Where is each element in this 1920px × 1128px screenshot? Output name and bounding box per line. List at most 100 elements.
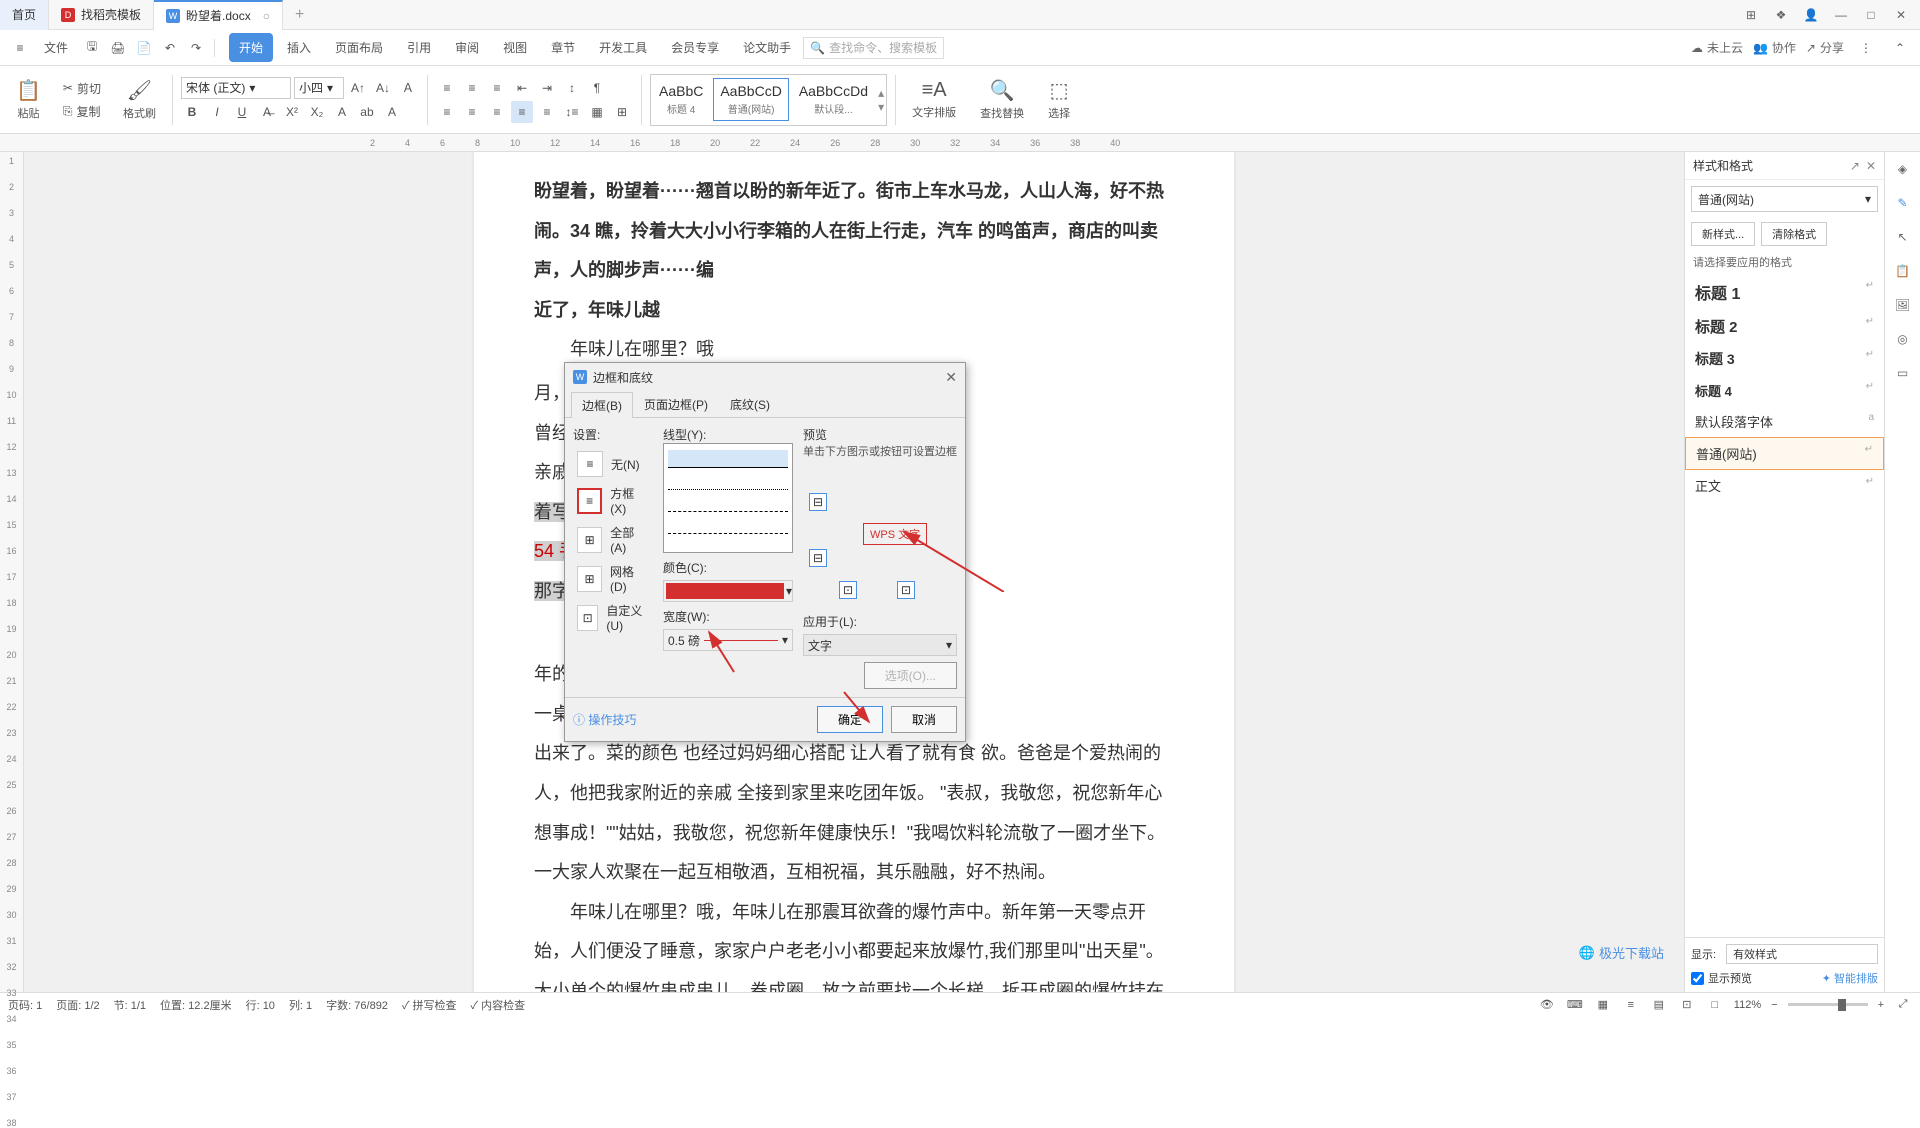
sb-section[interactable]: 节: 1/1	[114, 997, 146, 1013]
tab-start[interactable]: 开始	[229, 33, 273, 62]
preview-checkbox[interactable]: 显示预览✦ 智能排版	[1691, 970, 1878, 986]
border-right-btn[interactable]: ⊡	[897, 581, 915, 599]
image-icon[interactable]: 🖼	[1892, 294, 1914, 316]
sb-line[interactable]: 行: 10	[246, 997, 275, 1013]
underline-icon[interactable]: U	[231, 101, 253, 123]
tab-view[interactable]: 视图	[493, 33, 537, 62]
style-heading4[interactable]: 标题 4↵	[1685, 375, 1884, 406]
text-layout-button[interactable]: ≡A文字排版	[904, 75, 964, 124]
minimize-icon[interactable]: —	[1830, 4, 1852, 26]
doc-paragraph[interactable]: 近了，年味儿越	[534, 291, 1174, 331]
diamond-icon[interactable]: ◈	[1892, 158, 1914, 180]
shading-icon[interactable]: ▦	[586, 101, 608, 123]
doc-paragraph[interactable]: 年味儿在哪里？哦，年味儿在那震耳欲聋的爆竹声中。新年第一天零点开始，人们便没了睡…	[534, 893, 1174, 992]
sb-page-of[interactable]: 页面: 1/2	[56, 997, 99, 1013]
setting-grid[interactable]: ⊞网格(D)	[573, 559, 653, 598]
current-style-select[interactable]: 普通(网站)▾	[1691, 186, 1878, 212]
book-icon[interactable]: ▭	[1892, 362, 1914, 384]
print-icon[interactable]: 🖨	[106, 36, 130, 60]
text-effect-icon[interactable]: A	[381, 101, 403, 123]
hamburger-icon[interactable]: ≡	[8, 36, 32, 60]
ok-button[interactable]: 确定	[817, 706, 883, 733]
tab-vip[interactable]: 会员专享	[661, 33, 729, 62]
collab-button[interactable]: 👥 协作	[1753, 39, 1796, 56]
view-outline-icon[interactable]: ≡	[1622, 996, 1640, 1014]
tab-dev[interactable]: 开发工具	[589, 33, 657, 62]
border-top-btn[interactable]: ⊟	[809, 493, 827, 511]
document-area[interactable]: 盼望着，盼望着······翘首以盼的新年近了。街市上车水马龙，人山人海，好不热闹…	[24, 152, 1684, 992]
style-list[interactable]: 标题 1↵ 标题 2↵ 标题 3↵ 标题 4↵ 默认段落字体a 普通(网站)↵ …	[1685, 274, 1884, 937]
view-page-icon[interactable]: ▦	[1594, 996, 1612, 1014]
file-menu[interactable]: 文件	[34, 33, 78, 62]
sb-words[interactable]: 字数: 76/892	[326, 997, 388, 1013]
undo-icon[interactable]: ↶	[158, 36, 182, 60]
select-button[interactable]: ⬚选择	[1040, 74, 1078, 125]
layout-icon[interactable]: ⊞	[1740, 4, 1762, 26]
zoom-out-icon[interactable]: −	[1771, 999, 1777, 1011]
zoom-slider[interactable]	[1788, 1003, 1868, 1006]
tab-templates[interactable]: D找稻壳模板	[49, 0, 154, 30]
format-painter-button[interactable]: 🖌格式刷	[115, 74, 164, 125]
clear-format-icon[interactable]: Ａ	[397, 77, 419, 99]
restore-icon[interactable]: □	[1860, 4, 1882, 26]
increase-indent-icon[interactable]: ⇥	[536, 77, 558, 99]
distribute-icon[interactable]: ≡	[536, 101, 558, 123]
setting-custom[interactable]: ⊡自定义(U)	[573, 598, 653, 637]
apply-select[interactable]: 文字▾	[803, 634, 957, 656]
collapse-icon[interactable]: ⌃	[1888, 36, 1912, 60]
font-size-select[interactable]: 小四 ▾	[294, 77, 344, 99]
window-close-icon[interactable]: ✕	[1890, 4, 1912, 26]
zoom-level[interactable]: 112%	[1734, 999, 1761, 1011]
sort-icon[interactable]: ↕	[561, 77, 583, 99]
bullets-icon[interactable]: ≡	[436, 77, 458, 99]
bold-icon[interactable]: B	[181, 101, 203, 123]
style-heading3[interactable]: 标题 3↵	[1685, 343, 1884, 375]
italic-icon[interactable]: I	[206, 101, 228, 123]
tab-layout[interactable]: 页面布局	[325, 33, 393, 62]
keyboard-icon[interactable]: ⌨	[1566, 996, 1584, 1014]
style-default-font[interactable]: 默认段落字体a	[1685, 406, 1884, 437]
font-color-icon[interactable]: A	[331, 101, 353, 123]
target-icon[interactable]: ◎	[1892, 328, 1914, 350]
decrease-indent-icon[interactable]: ⇤	[511, 77, 533, 99]
dialog-titlebar[interactable]: W 边框和底纹 ✕	[565, 363, 965, 391]
tab-insert[interactable]: 插入	[277, 33, 321, 62]
print-preview-icon[interactable]: 📄	[132, 36, 156, 60]
doc-paragraph[interactable]: 盼望着，盼望着······翘首以盼的新年近了。街市上车水马龙，人山人海，好不热闹…	[534, 172, 1174, 291]
pencil-icon[interactable]: ✎	[1892, 192, 1914, 214]
clipboard-icon[interactable]: 📋	[1892, 260, 1914, 282]
fullscreen-icon[interactable]: ⤢	[1894, 996, 1912, 1014]
shrink-font-icon[interactable]: A↓	[372, 77, 394, 99]
avatar-icon[interactable]: 👤	[1800, 4, 1822, 26]
highlight-icon[interactable]: ab	[356, 101, 378, 123]
ruler-horizontal[interactable]: 246810121416182022242628303234363840	[0, 134, 1920, 152]
save-icon[interactable]: 🖫	[80, 36, 104, 60]
grow-font-icon[interactable]: A↑	[347, 77, 369, 99]
tab-review[interactable]: 审阅	[445, 33, 489, 62]
style-heading2[interactable]: 标题 2↵	[1685, 310, 1884, 343]
paste-button[interactable]: 📋粘贴	[8, 74, 49, 125]
numbering-icon[interactable]: ≡	[461, 77, 483, 99]
grid-icon[interactable]: ❖	[1770, 4, 1792, 26]
ruler-vertical[interactable]: 1234567891011121314151617181920212223242…	[0, 152, 24, 992]
doc-paragraph[interactable]: 出来了。菜的颜色 也经过妈妈细心搭配 让人看了就有食 欲。爸爸是个爱热闹的人，他…	[534, 734, 1174, 892]
align-left-icon[interactable]: ≡	[436, 101, 458, 123]
fit-icon[interactable]: ⊡	[1678, 996, 1696, 1014]
tab-reference[interactable]: 引用	[397, 33, 441, 62]
multilevel-icon[interactable]: ≡	[486, 77, 508, 99]
style-body[interactable]: 正文↵	[1685, 470, 1884, 501]
border-icon[interactable]: ⊞	[611, 101, 633, 123]
tab-paper[interactable]: 论文助手	[733, 33, 801, 62]
redo-icon[interactable]: ↷	[184, 36, 208, 60]
setting-box[interactable]: ≡方框(X)	[573, 481, 653, 520]
tab-chapter[interactable]: 章节	[541, 33, 585, 62]
cancel-button[interactable]: 取消	[891, 706, 957, 733]
tab-close-icon[interactable]: ○	[263, 9, 270, 23]
line-spacing-icon[interactable]: ↕≡	[561, 101, 583, 123]
zoom-reset-icon[interactable]: □	[1706, 996, 1724, 1014]
sb-position[interactable]: 位置: 12.2厘米	[160, 997, 232, 1013]
tab-home[interactable]: 首页	[0, 0, 49, 30]
eye-icon[interactable]: 👁	[1538, 996, 1556, 1014]
dialog-close-icon[interactable]: ✕	[945, 369, 957, 386]
zoom-in-icon[interactable]: +	[1878, 999, 1884, 1011]
